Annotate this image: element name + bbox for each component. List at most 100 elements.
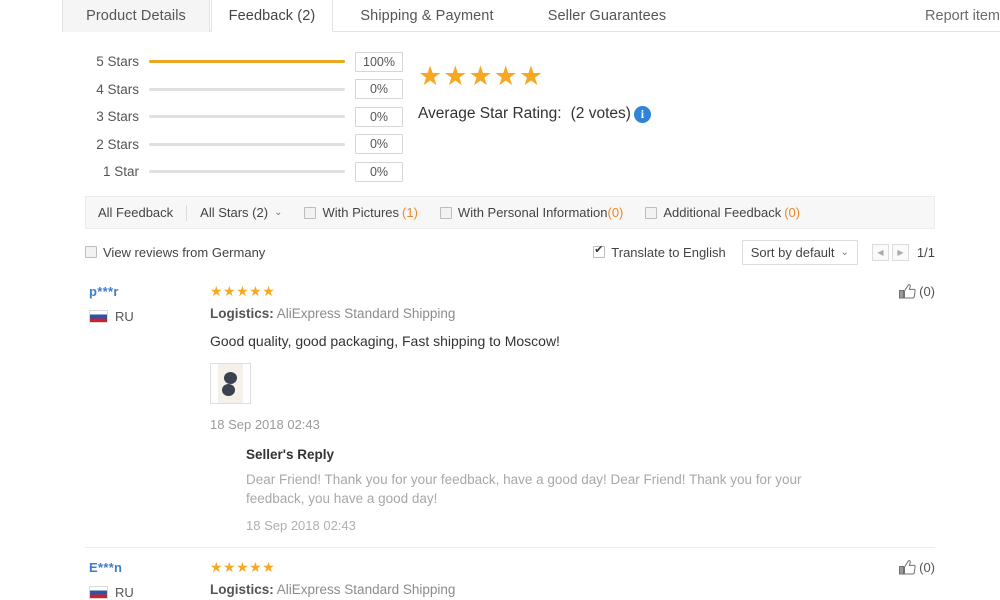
rating-bar-row: 5 Stars 100%	[93, 48, 403, 76]
rating-bar-percent: 0%	[355, 134, 403, 155]
additional-feedback-count: (0)	[784, 205, 801, 220]
chevron-down-icon: ⌄	[274, 207, 283, 218]
subfilter-right-controls: Translate to English Sort by default ⌄ ◀…	[593, 236, 935, 268]
filter-all-stars-dropdown[interactable]: All Stars (2) ⌄	[200, 205, 282, 220]
tabbar-left-spacer	[0, 0, 62, 32]
review-author: E***n RU	[89, 560, 199, 600]
review-author-country-label: RU	[115, 584, 134, 600]
review-author-name[interactable]: E***n	[89, 560, 199, 575]
review-author-country: RU	[89, 309, 199, 324]
rating-bars: 5 Stars 100% 4 Stars 0% 3 Stars 0% 2 Sta…	[93, 48, 403, 186]
review-author-name[interactable]: p***r	[89, 284, 199, 299]
rating-bar-row: 4 Stars 0%	[93, 76, 403, 104]
translate-to-english-checkbox[interactable]	[593, 244, 606, 258]
tab-product-details[interactable]: Product Details	[62, 0, 210, 32]
prev-page-button[interactable]: ◀	[871, 243, 889, 261]
review-logistics: Logistics: AliExpress Standard Shipping	[210, 582, 845, 597]
reviews-list: p***r RU ★★★★★ Logistics: AliExpress Sta…	[85, 272, 935, 600]
helpful-button[interactable]: (0)	[899, 284, 935, 299]
next-page-button[interactable]: ▶	[891, 243, 909, 261]
rating-bar-label: 3 Stars	[96, 109, 139, 125]
filter-additional-feedback[interactable]: Additional Feedback (0)	[645, 205, 800, 220]
report-item-label: Report item	[925, 8, 1000, 24]
review-author: p***r RU	[89, 284, 199, 324]
review-logistics-label: Logistics:	[210, 581, 274, 597]
review-body: ★★★★★ Logistics: AliExpress Standard Shi…	[210, 560, 935, 600]
translate-to-english-label: Translate to English	[611, 244, 726, 260]
report-item-link[interactable]: Report item	[925, 0, 1000, 32]
info-icon[interactable]: i	[633, 105, 651, 123]
review-stars-icon: ★★★★★	[210, 283, 276, 299]
filter-all-stars-label: All Stars (2)	[200, 205, 269, 220]
rating-bar-track	[149, 115, 345, 119]
with-pictures-count: (1)	[402, 205, 418, 220]
with-pictures-label: With Pictures	[322, 205, 400, 220]
view-reviews-from-country[interactable]: View reviews from Germany	[85, 245, 265, 260]
tab-shipping-payment[interactable]: Shipping & Payment	[337, 0, 517, 32]
rating-bar-percent: 0%	[355, 79, 403, 100]
thumbnail-object	[222, 383, 235, 396]
additional-feedback-checkbox[interactable]	[645, 206, 658, 219]
seller-reply-text: Dear Friend! Thank you for your feedback…	[246, 471, 802, 506]
flag-ru-icon	[89, 310, 108, 323]
rating-bar-row: 1 Star 0%	[93, 158, 403, 186]
with-pictures-checkbox[interactable]	[304, 206, 317, 219]
rating-bar-track	[149, 87, 345, 91]
helpful-count: (0)	[919, 284, 935, 299]
rating-bar-label: 5 Stars	[96, 54, 139, 70]
tab-feedback-label: Feedback (2)	[228, 7, 316, 24]
review-logistics: Logistics: AliExpress Standard Shipping	[210, 306, 845, 321]
review-logistics-label: Logistics:	[210, 306, 274, 321]
average-rating-votes: (2 votes)	[570, 105, 631, 122]
helpful-count: (0)	[919, 559, 935, 575]
with-personal-information-count: (0)	[607, 205, 624, 220]
sort-by-label: Sort by default	[750, 244, 835, 260]
review-stars-icon: ★★★★★	[210, 558, 276, 575]
filter-with-pictures[interactable]: With Pictures (1)	[304, 205, 418, 220]
with-personal-information-checkbox[interactable]	[439, 206, 452, 219]
review-logistics-value: AliExpress Standard Shipping	[276, 306, 456, 321]
thumbnail-edge	[211, 363, 218, 403]
tab-product-details-label: Product Details	[86, 8, 186, 24]
rating-bar-percent: 100%	[355, 51, 403, 72]
rating-bar-label: 4 Stars	[96, 81, 139, 97]
thumbs-up-icon	[899, 559, 916, 575]
additional-feedback-label: Additional Feedback	[663, 205, 782, 220]
thumbs-up-icon	[899, 284, 916, 299]
rating-bar-row: 2 Stars 0%	[93, 131, 403, 159]
review-logistics-value: AliExpress Standard Shipping	[276, 581, 456, 597]
tab-shipping-payment-label: Shipping & Payment	[360, 8, 494, 24]
tab-seller-guarantees-label: Seller Guarantees	[547, 8, 667, 24]
average-rating-line: Average Star Rating: (2 votes) i	[418, 105, 651, 123]
filter-divider	[186, 204, 188, 221]
rating-summary: 5 Stars 100% 4 Stars 0% 3 Stars 0% 2 Sta…	[0, 33, 1000, 188]
helpful-button[interactable]: (0)	[899, 560, 935, 575]
rating-bar-label: 2 Stars	[96, 136, 139, 152]
review-body: ★★★★★ Logistics: AliExpress Standard Shi…	[210, 284, 935, 533]
rating-bar-track	[149, 142, 345, 146]
tab-seller-guarantees[interactable]: Seller Guarantees	[517, 0, 697, 32]
feedback-filter-bar: All Feedback All Stars (2) ⌄ With Pictur…	[85, 196, 935, 229]
chevron-down-icon: ⌄	[840, 246, 849, 258]
seller-reply-title: Seller's Reply	[246, 446, 335, 462]
filter-all-feedback[interactable]: All Feedback	[98, 205, 173, 220]
review-date: 18 Sep 2018 02:43	[210, 416, 320, 432]
average-rating-label: Average Star Rating:	[418, 105, 562, 122]
rating-bar-track	[149, 170, 345, 174]
thumbnail-object	[224, 371, 237, 384]
flag-ru-icon	[89, 585, 108, 599]
average-rating-block: ★★★★★ Average Star Rating: (2 votes) i	[418, 63, 651, 123]
filter-with-personal-information[interactable]: With Personal Information (0)	[439, 205, 624, 220]
translate-to-english[interactable]: Translate to English	[593, 244, 726, 260]
review-item: E***n RU ★★★★★ Logistics: AliExpress Sta…	[85, 546, 935, 600]
rating-bar-track	[149, 60, 345, 64]
feedback-page: Product Details Feedback (2) Shipping & …	[0, 0, 1000, 600]
tab-feedback[interactable]: Feedback (2)	[211, 0, 333, 32]
feedback-subfilter-row: View reviews from Germany Translate to E…	[85, 236, 935, 268]
view-reviews-from-country-checkbox[interactable]	[85, 246, 97, 258]
sort-by-dropdown[interactable]: Sort by default ⌄	[741, 239, 858, 265]
rating-bar-fill	[149, 60, 345, 64]
review-photo-thumbnail[interactable]	[210, 362, 251, 404]
seller-reply: Seller's Reply Dear Friend! Thank you fo…	[246, 447, 845, 533]
rating-bar-label: 1 Star	[102, 164, 139, 180]
